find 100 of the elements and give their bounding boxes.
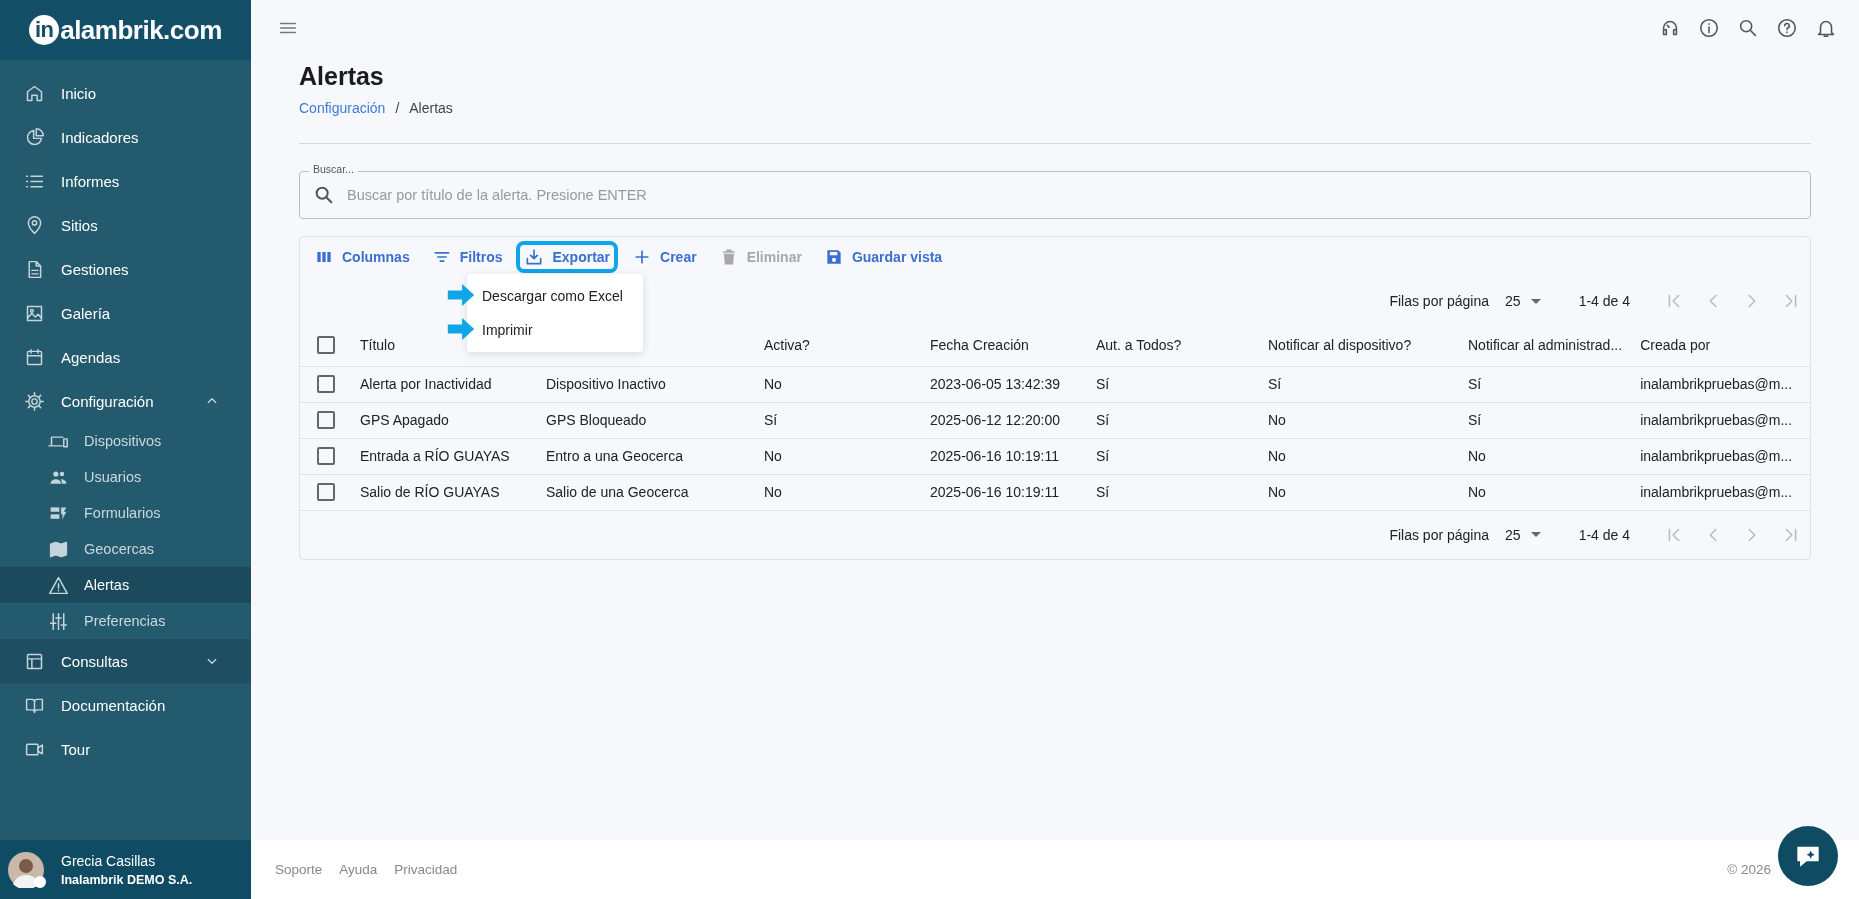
table-cell: No bbox=[764, 484, 782, 500]
gear-icon bbox=[24, 390, 45, 412]
rows-per-page-select[interactable]: 25 bbox=[1505, 293, 1541, 309]
footer-link[interactable]: Ayuda bbox=[339, 862, 378, 877]
sidebar-item[interactable]: Agendas bbox=[0, 335, 251, 379]
copyright-text: © 2026 bbox=[1727, 862, 1771, 877]
avatar[interactable] bbox=[8, 851, 44, 888]
rows-per-page-label: Filas por página bbox=[1389, 526, 1490, 543]
toolbar-button[interactable]: Columnas bbox=[306, 241, 418, 273]
table-cell: GPS Apagado bbox=[360, 412, 449, 428]
sidebar-item[interactable]: Indicadores bbox=[0, 115, 251, 159]
search-icon bbox=[313, 184, 335, 206]
table-cell: No bbox=[1468, 448, 1486, 464]
table-cell: 2025-06-16 10:19:11 bbox=[930, 484, 1059, 500]
column-header[interactable]: Notificar al dispositivo? bbox=[1268, 337, 1412, 354]
search-field[interactable]: Buscar... Buscar por título de la alerta. Presione ENTER bbox=[299, 163, 1811, 219]
table-cell: 2025-06-16 10:19:11 bbox=[930, 448, 1059, 464]
caret-icon bbox=[1530, 532, 1541, 537]
sidebar-item[interactable]: Sitios bbox=[0, 203, 251, 247]
table-cell: No bbox=[1268, 448, 1286, 464]
column-header[interactable]: Aut. a Todos? bbox=[1096, 337, 1182, 354]
sidebar-subitem[interactable]: Usuarios bbox=[0, 459, 251, 495]
table-cell: Sí bbox=[1096, 484, 1110, 500]
table-cell: 2025-06-12 12:20:00 bbox=[930, 412, 1060, 428]
sidebar-subitem[interactable]: Alertas bbox=[0, 567, 251, 603]
table-cell: Sí bbox=[1268, 376, 1282, 392]
checkbox[interactable] bbox=[317, 483, 335, 501]
help-icon[interactable] bbox=[1776, 16, 1798, 39]
user-name: Grecia Casillas bbox=[61, 852, 157, 869]
page-title: Alertas bbox=[299, 61, 385, 91]
table-cell: No bbox=[1268, 412, 1286, 428]
checkbox[interactable] bbox=[317, 375, 335, 393]
table-cell: Sí bbox=[1096, 412, 1110, 428]
table-cell: Salio de una Geocerca bbox=[546, 484, 689, 500]
warning-icon bbox=[48, 574, 69, 596]
toolbar-button[interactable]: Guardar vista bbox=[815, 241, 951, 273]
checkbox[interactable] bbox=[317, 336, 335, 355]
field-label: Buscar... bbox=[309, 163, 358, 175]
table-cell: Sí bbox=[1468, 412, 1482, 428]
table-cell: Sí bbox=[1096, 376, 1110, 392]
pie-chart-icon bbox=[24, 126, 45, 148]
toolbar-button[interactable]: Crear bbox=[624, 241, 705, 273]
table-cell: 2023-06-05 13:42:39 bbox=[930, 376, 1060, 392]
table-cell: Alerta por Inactividad bbox=[360, 376, 492, 392]
table-cell: No bbox=[764, 448, 782, 464]
info-icon[interactable] bbox=[1698, 16, 1720, 39]
table-cell: inalambrikpruebas@m... bbox=[1640, 412, 1793, 428]
company-name: Inalambrik DEMO S.A. bbox=[61, 872, 193, 887]
table-cell: No bbox=[1268, 484, 1286, 500]
column-header[interactable]: Fecha Creación bbox=[930, 337, 1029, 354]
sidebar-item[interactable]: Gestiones bbox=[0, 247, 251, 291]
column-header[interactable]: Activa? bbox=[764, 337, 810, 354]
table-cell: inalambrikpruebas@m... bbox=[1640, 448, 1793, 464]
column-header[interactable]: Notificar al administrad... bbox=[1468, 337, 1623, 354]
sidebar-item[interactable]: Tour bbox=[0, 727, 251, 771]
sidebar-subitem[interactable]: Formularios bbox=[0, 495, 251, 531]
table-cell: inalambrikpruebas@m... bbox=[1640, 484, 1793, 500]
pointer-arrow-icon bbox=[447, 284, 475, 306]
footer-link[interactable]: Soporte bbox=[275, 862, 323, 877]
sidebar-subitem[interactable]: Geocercas bbox=[0, 531, 251, 567]
breadcrumb-link[interactable]: Configuración bbox=[299, 99, 386, 117]
sidebar-item[interactable]: Configuración bbox=[0, 379, 251, 423]
table-cell: No bbox=[1468, 484, 1486, 500]
sliders-icon bbox=[48, 610, 69, 632]
download-icon bbox=[524, 247, 545, 267]
menu-item[interactable]: Imprimir bbox=[482, 322, 533, 338]
toolbar-button[interactable]: Filtros bbox=[423, 241, 511, 273]
table-cell: Sí bbox=[1096, 448, 1110, 464]
table-cell: Entro a una Geocerca bbox=[546, 448, 683, 464]
page-range: 1-4 de 4 bbox=[1578, 293, 1630, 309]
caret-icon bbox=[1530, 298, 1541, 304]
table-cell: Entrada a RÍO GUAYAS bbox=[360, 448, 510, 464]
page-range: 1-4 de 4 bbox=[1578, 526, 1630, 543]
table-cell: No bbox=[764, 376, 782, 392]
table-cell: Dispositivo Inactivo bbox=[546, 376, 666, 392]
calendar-icon bbox=[24, 346, 45, 368]
footer-link[interactable]: Privacidad bbox=[394, 862, 458, 877]
column-header[interactable]: Creada por bbox=[1640, 337, 1711, 354]
sidebar-subitem[interactable]: Preferencias bbox=[0, 603, 251, 639]
breadcrumb-current: Alertas bbox=[409, 99, 453, 117]
column-header[interactable]: Título bbox=[360, 337, 395, 354]
checkbox[interactable] bbox=[317, 411, 335, 429]
pointer-arrow-icon bbox=[447, 318, 475, 340]
table-cell: inalambrikpruebas@m... bbox=[1640, 376, 1793, 392]
table-cell: GPS Bloqueado bbox=[546, 412, 647, 428]
rows-per-page-label: Filas por página bbox=[1389, 293, 1490, 309]
table-cell: Sí bbox=[764, 412, 778, 428]
chat-button[interactable] bbox=[1778, 826, 1838, 886]
table-cell: Salio de RÍO GUAYAS bbox=[360, 484, 500, 500]
rows-per-page-select[interactable]: 25 bbox=[1505, 526, 1541, 543]
sidebar-item[interactable]: Galería bbox=[0, 291, 251, 335]
checkbox[interactable] bbox=[317, 447, 335, 465]
search-input[interactable]: Buscar por título de la alerta. Presione ENTER bbox=[345, 186, 1811, 204]
sidebar-item[interactable]: Inicio bbox=[0, 71, 251, 115]
breadcrumb-separator: / bbox=[395, 99, 400, 117]
sidebar-item[interactable]: Consultas bbox=[0, 639, 251, 683]
sidebar-subitem[interactable]: Dispositivos bbox=[0, 423, 251, 459]
menu-item[interactable]: Descargar como Excel bbox=[482, 288, 623, 304]
sidebar-item[interactable]: Documentación bbox=[0, 683, 251, 727]
sidebar-item[interactable]: Informes bbox=[0, 159, 251, 203]
